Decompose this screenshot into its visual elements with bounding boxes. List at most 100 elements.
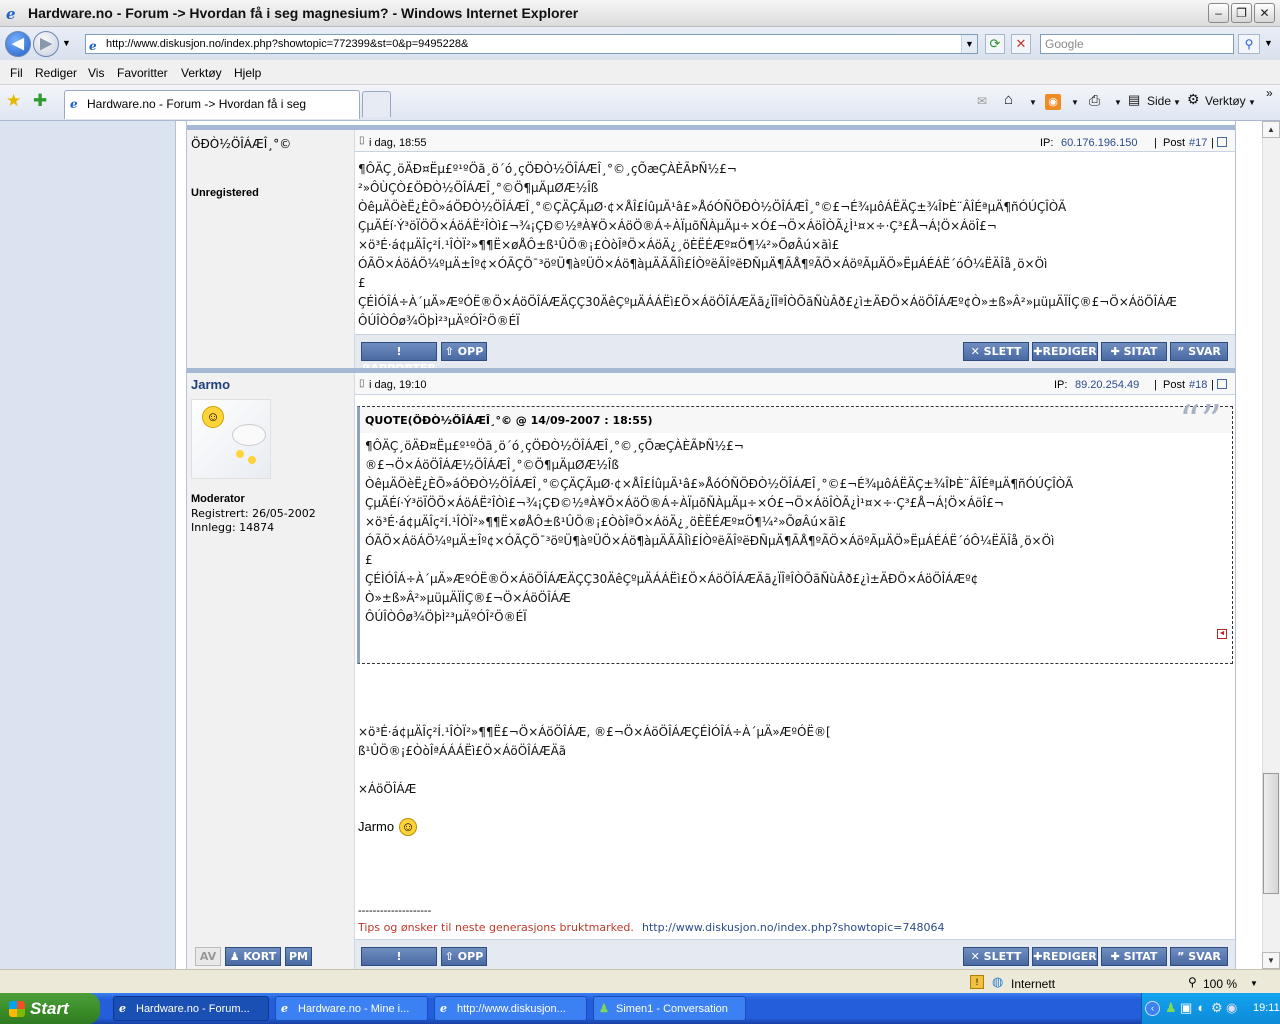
- post18-author[interactable]: Jarmo: [191, 377, 230, 392]
- volume-tray-icon[interactable]: ◖: [1196, 1000, 1204, 1015]
- post18-post-label: Post: [1163, 379, 1186, 391]
- post18-report-button[interactable]: ! RAPPORTER: [361, 947, 437, 969]
- post18-reply-button[interactable]: ” SVAR: [1170, 947, 1228, 966]
- zoom-level[interactable]: 100 %: [1203, 977, 1237, 991]
- page-menu-chevron-icon[interactable]: ▼: [1173, 98, 1181, 107]
- task-label: Hardware.no - Mine i...: [298, 1003, 410, 1015]
- favorites-star-icon[interactable]: ★: [6, 91, 21, 111]
- task-item-hardware-mine[interactable]: e Hardware.no - Mine i...: [275, 996, 428, 1021]
- clock[interactable]: 19:11: [1253, 1002, 1280, 1014]
- post17-select-checkbox[interactable]: [1217, 137, 1227, 147]
- task-item-hardware-forum[interactable]: e Hardware.no - Forum...: [113, 996, 269, 1021]
- window-title: Hardware.no - Forum -> Hvordan få i seg …: [28, 5, 579, 21]
- up-label: OPP: [457, 345, 484, 358]
- new-tab-button[interactable]: [362, 91, 391, 117]
- zoom-chevron-icon[interactable]: ▼: [1250, 979, 1258, 988]
- menu-file[interactable]: Fil: [10, 66, 23, 80]
- forward-button[interactable]: ▶: [33, 31, 59, 57]
- messenger-tray-icon[interactable]: ♟: [1165, 1000, 1177, 1016]
- stop-button[interactable]: ✕: [1011, 34, 1031, 54]
- toolbar-overflow-icon[interactable]: »: [1266, 86, 1273, 100]
- delete-label: SLETT: [983, 950, 1022, 963]
- menu-help[interactable]: Hjelp: [234, 66, 261, 80]
- post18-ip[interactable]: 89.20.254.49: [1075, 379, 1139, 391]
- search-options-chevron-icon[interactable]: ▼: [1264, 38, 1273, 48]
- post17-up-button[interactable]: ⇧ OPP: [441, 342, 487, 361]
- tools-menu[interactable]: Verktøy: [1205, 94, 1246, 108]
- post17-quote-button[interactable]: ✚ SITAT: [1101, 342, 1167, 361]
- post18-date: i dag, 19:10: [369, 379, 427, 391]
- print-icon[interactable]: ⎙: [1089, 92, 1100, 109]
- post18-up-button[interactable]: ⇧ OPP: [441, 947, 487, 966]
- post17-reply-button[interactable]: ” SVAR: [1170, 342, 1228, 361]
- post18-edit-button[interactable]: ✚REDIGER: [1032, 947, 1098, 966]
- menu-view[interactable]: Vis: [88, 66, 104, 80]
- menu-edit[interactable]: Rediger: [35, 66, 77, 80]
- forum-thread: ÖÐÒ½ÖÎÁÆÎ¸°© Unregistered ▯ i dag, 18:55…: [186, 121, 1236, 969]
- post18-card-button[interactable]: ♟ KORT: [225, 947, 281, 966]
- task-item-diskusjon[interactable]: e http://www.diskusjon...: [434, 996, 587, 1021]
- scroll-up-arrow-icon[interactable]: ▲: [1262, 121, 1280, 138]
- search-icon[interactable]: ⚲: [1238, 34, 1260, 54]
- search-input[interactable]: Google: [1040, 34, 1234, 54]
- start-label: Start: [30, 999, 69, 1018]
- page-menu[interactable]: Side: [1147, 94, 1171, 108]
- reply-label: SVAR: [1188, 345, 1221, 358]
- ie-logo-icon: e: [6, 5, 16, 23]
- ie-task-icon: e: [281, 1002, 288, 1015]
- post18-pm-button[interactable]: PM: [285, 947, 312, 966]
- home-icon[interactable]: ⌂: [1004, 91, 1013, 108]
- post17-post-number[interactable]: #17: [1189, 137, 1207, 149]
- post18-doc-icon: ▯: [359, 378, 365, 389]
- post17-ip[interactable]: 60.176.196.150: [1061, 137, 1137, 149]
- quote-body: ¶ÔÄÇ¸öÄÐ¤Ëµ£º¹ºÖã¸ö´ó¸çÖÐÒ½ÖÎÁÆÎ¸°©¸çÕæÇ…: [365, 439, 1074, 624]
- menu-favorites[interactable]: Favoritter: [117, 66, 168, 80]
- feed-chevron-icon[interactable]: ▼: [1071, 98, 1079, 107]
- post18-select-checkbox[interactable]: [1217, 379, 1227, 389]
- smiley-pill-icon: ☺: [202, 406, 224, 428]
- post18-registered: Registrert: 26/05-2002: [191, 507, 316, 520]
- post18-quote-button[interactable]: ✚ SITAT: [1101, 947, 1167, 966]
- start-button[interactable]: Start: [0, 993, 100, 1024]
- pill-icon: [248, 456, 256, 464]
- rss-feed-icon[interactable]: ◉: [1045, 94, 1061, 110]
- page-menu-icon: ▤: [1128, 92, 1141, 107]
- quote-header: QUOTE(ÖÐÒ½ÖÎÁÆÎ¸°© @ 14/09-2007 : 18:55): [365, 414, 653, 427]
- menu-tools[interactable]: Verktøy: [181, 66, 222, 80]
- address-input[interactable]: e http://www.diskusjon.no/index.php?show…: [85, 34, 978, 54]
- back-button[interactable]: ◀: [5, 31, 31, 57]
- print-chevron-icon[interactable]: ▼: [1114, 98, 1122, 107]
- quote-label: SITAT: [1123, 345, 1158, 358]
- quote-label: SITAT: [1123, 950, 1158, 963]
- post17-delete-button[interactable]: ✕ SLETT: [963, 342, 1029, 361]
- scroll-down-arrow-icon[interactable]: ▼: [1262, 952, 1280, 969]
- antivirus-tray-icon[interactable]: ◉: [1226, 1000, 1237, 1016]
- show-hidden-icons-chevron[interactable]: ‹: [1145, 1001, 1160, 1016]
- address-dropdown-icon[interactable]: ▼: [961, 35, 977, 53]
- refresh-button[interactable]: ⟳: [985, 34, 1005, 54]
- mail-icon[interactable]: ✉: [977, 94, 987, 108]
- signature-link[interactable]: http://www.diskusjon.no/index.php?showto…: [642, 921, 944, 934]
- home-chevron-icon[interactable]: ▼: [1029, 98, 1037, 107]
- post18-delete-button[interactable]: ✕ SLETT: [963, 947, 1029, 966]
- task-label: Simen1 - Conversation: [616, 1003, 728, 1015]
- post17-date: i dag, 18:55: [369, 137, 427, 149]
- post17-report-button[interactable]: ! RAPPORTER: [361, 342, 437, 375]
- protected-mode-icon[interactable]: !: [970, 975, 984, 989]
- scroll-thumb[interactable]: [1263, 773, 1279, 894]
- close-button[interactable]: ✕: [1254, 3, 1275, 23]
- post17-author[interactable]: ÖÐÒ½ÖÎÁÆÎ¸°©: [191, 137, 291, 151]
- collapse-quote-icon[interactable]: ◄: [1217, 629, 1227, 639]
- maximize-button[interactable]: ❐: [1231, 3, 1252, 23]
- post18-post-number[interactable]: #18: [1189, 379, 1207, 391]
- network-tray-icon[interactable]: ▣: [1180, 1000, 1192, 1016]
- add-favorite-icon[interactable]: ✚: [33, 91, 47, 111]
- post18-av-button[interactable]: AV: [195, 947, 221, 966]
- recent-pages-chevron-icon[interactable]: ▼: [62, 38, 71, 48]
- minimize-button[interactable]: –: [1208, 3, 1229, 23]
- tab-forum[interactable]: e Hardware.no - Forum -> Hvordan få i se…: [64, 90, 360, 137]
- task-item-conversation[interactable]: ♟ Simen1 - Conversation: [593, 996, 746, 1021]
- tools-menu-chevron-icon[interactable]: ▼: [1248, 98, 1256, 107]
- safely-remove-tray-icon[interactable]: ⚙: [1211, 1000, 1223, 1016]
- post17-edit-button[interactable]: ✚REDIGER: [1032, 342, 1098, 361]
